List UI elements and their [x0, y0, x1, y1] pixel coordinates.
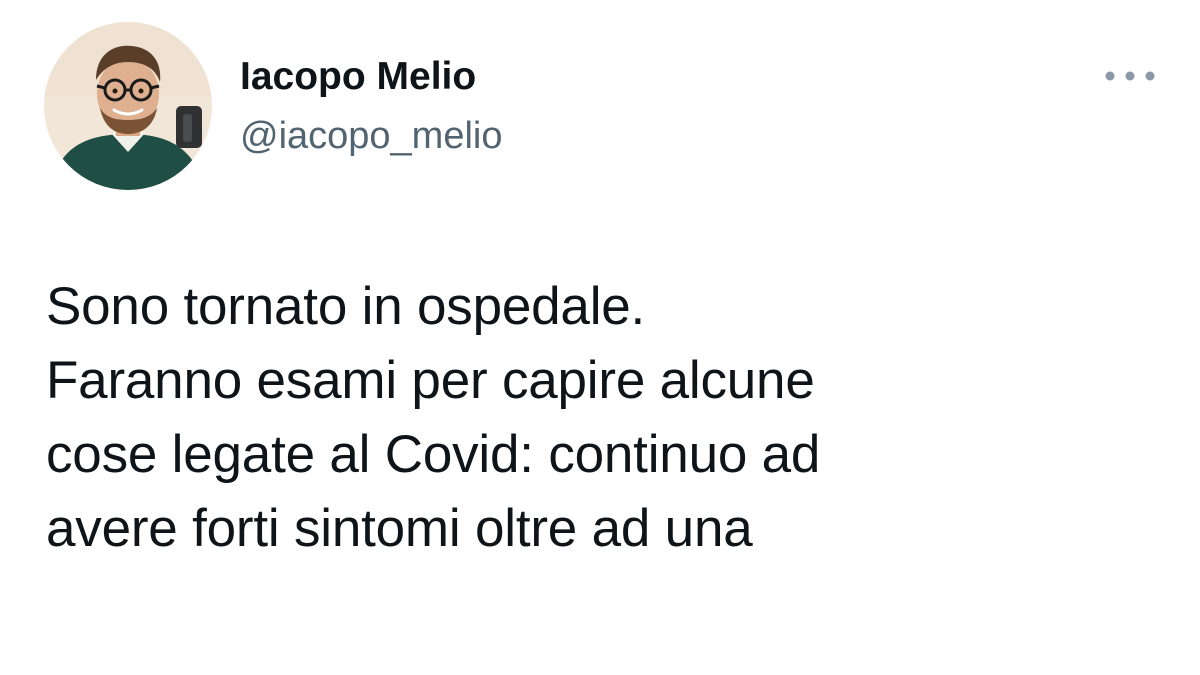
author-avatar[interactable] — [44, 22, 212, 190]
tweet-text: Sono tornato in ospedale. Faranno esami … — [46, 270, 1146, 566]
tweet-text-line: Faranno esami per capire alcune — [46, 351, 815, 410]
avatar-photo-icon — [44, 22, 212, 190]
tweet-text-line: avere forti sintomi oltre ad una — [46, 499, 753, 558]
tweet-card: Iacopo Melio @iacopo_melio Sono tornato … — [0, 0, 1200, 675]
more-options-button[interactable] — [1098, 56, 1162, 96]
tweet-text-line: cose legate al Covid: continuo ad — [46, 425, 821, 484]
tweet-text-line: Sono tornato in ospedale. — [46, 277, 646, 336]
author-info: Iacopo Melio @iacopo_melio — [240, 54, 503, 158]
author-display-name[interactable]: Iacopo Melio — [240, 54, 503, 100]
author-handle[interactable]: @iacopo_melio — [240, 114, 503, 158]
more-dots-icon — [1105, 71, 1155, 81]
